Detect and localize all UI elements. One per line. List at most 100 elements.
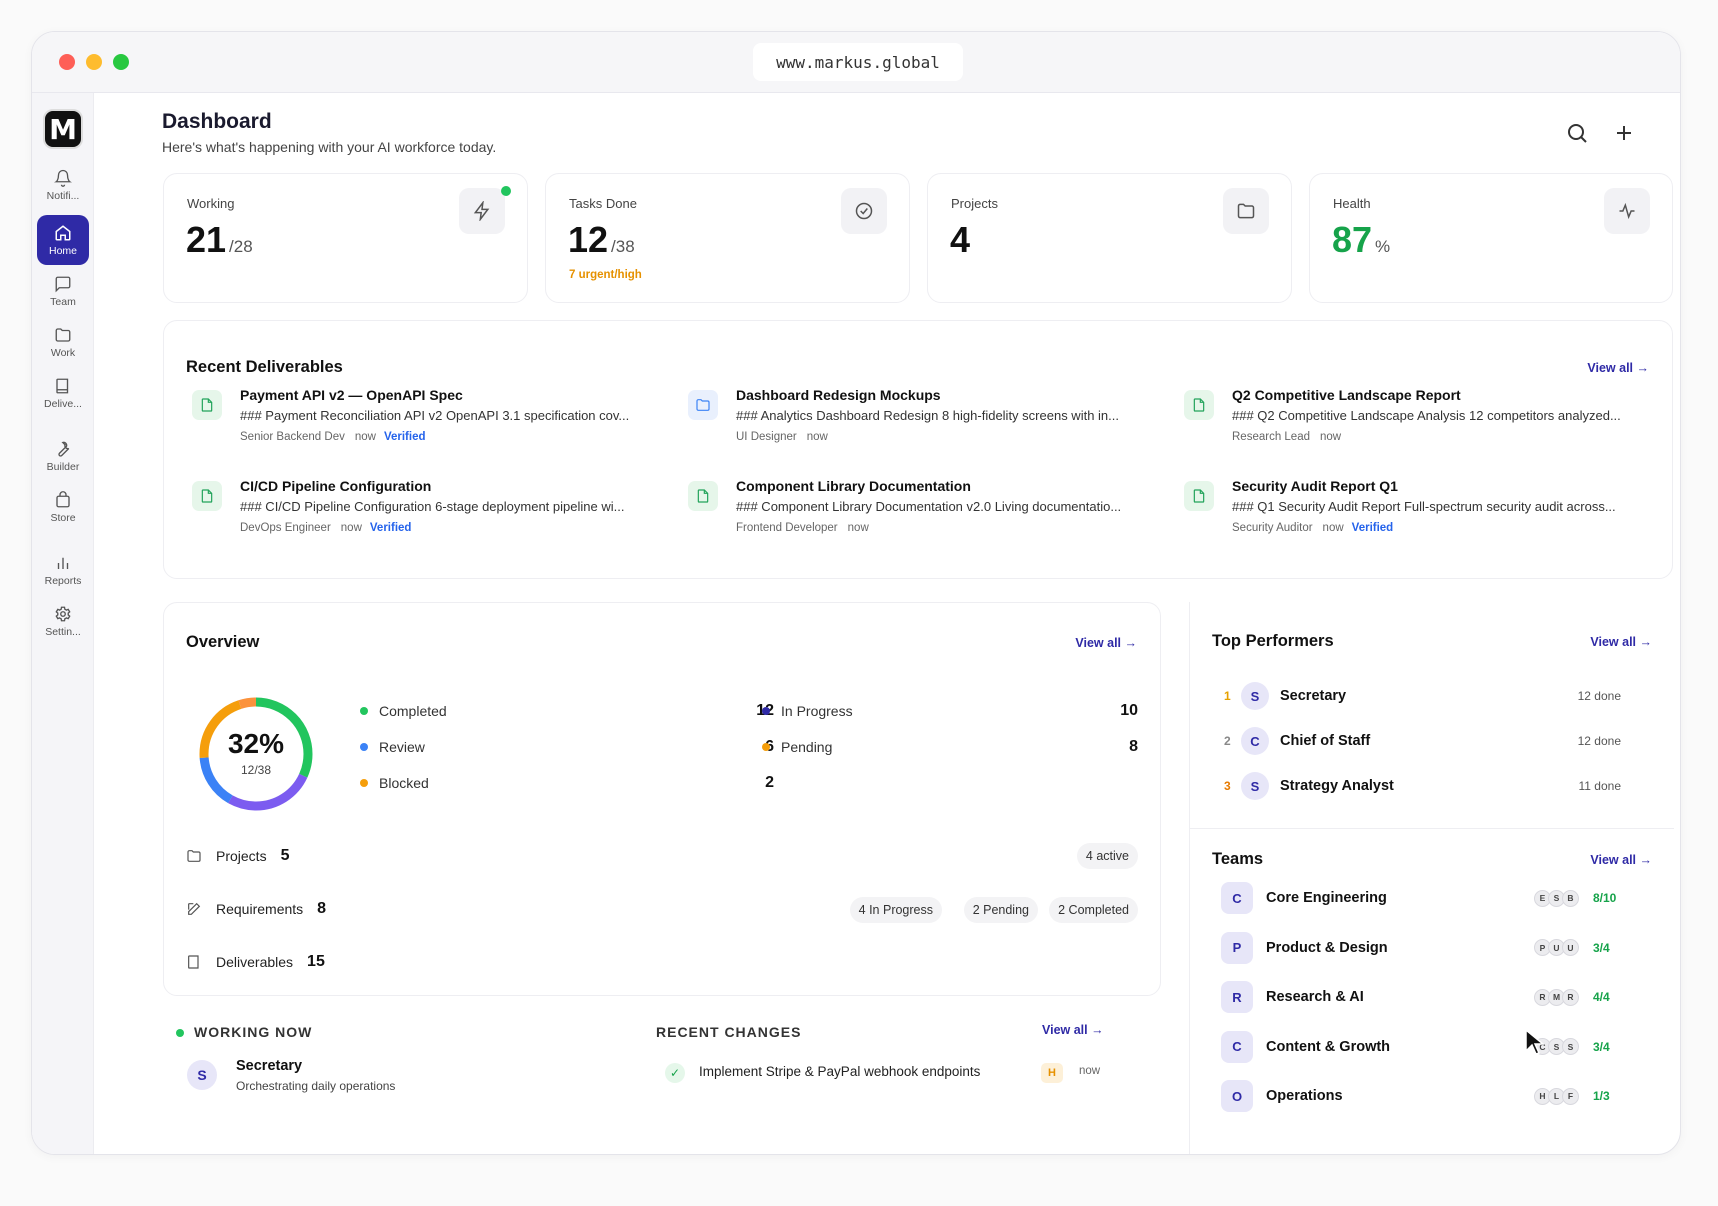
bolt-icon: [473, 201, 490, 221]
deliverable-item[interactable]: CI/CD Pipeline Configuration ### CI/CD Pi…: [192, 476, 662, 556]
view-all-link[interactable]: View all →: [1590, 853, 1652, 867]
view-all-link[interactable]: View all →: [1590, 635, 1652, 649]
stat-unit: /38: [611, 237, 635, 256]
section-title: Teams: [1212, 850, 1264, 868]
avatar: C: [1241, 727, 1269, 755]
deliverable-item[interactable]: Dashboard Redesign Mockups ### Analytics …: [688, 385, 1158, 465]
legend-dot: [360, 779, 368, 787]
team-row[interactable]: C Content & Growth C S S 3/4: [1221, 1027, 1621, 1067]
legend-value: 8: [1129, 738, 1138, 755]
deliverable-role: Security Auditor: [1232, 522, 1313, 534]
deliverable-item[interactable]: Component Library Documentation ### Compo…: [688, 476, 1158, 556]
nav-team[interactable]: Team: [37, 267, 89, 315]
nav-builder[interactable]: Builder: [37, 432, 89, 480]
legend-pending: Pending: [762, 739, 832, 755]
deliverable-description: ### Q2 Competitive Landscape Analysis 12…: [1232, 408, 1621, 423]
deliverable-item[interactable]: Payment API v2 — OpenAPI Spec ### Payment…: [192, 385, 662, 465]
deliverable-role: Frontend Developer: [736, 522, 838, 534]
deliverable-role: Senior Backend Dev: [240, 431, 345, 443]
deliverable-title: Security Audit Report Q1: [1232, 478, 1398, 494]
stat-icon-box: [459, 188, 505, 234]
folder-icon: [696, 399, 710, 411]
view-all-link[interactable]: View all →: [1075, 636, 1137, 650]
browser-titlebar: www.markus.global: [32, 32, 1680, 93]
team-row[interactable]: P Product & Design P U U 3/4: [1221, 928, 1621, 968]
performer-row[interactable]: 3 S Strategy Analyst 11 done: [1211, 768, 1621, 804]
maximize-window-button[interactable]: [113, 54, 129, 70]
summary-label: Projects: [216, 848, 267, 864]
performer-name: Secretary: [1280, 688, 1347, 704]
live-indicator: [176, 1029, 184, 1037]
deliverable-item[interactable]: Q2 Competitive Landscape Report ### Q2 Co…: [1184, 385, 1654, 465]
legend-dot: [360, 743, 368, 751]
view-all-link[interactable]: View all →: [1587, 361, 1649, 375]
legend-label: Blocked: [379, 775, 429, 791]
nav-store[interactable]: Store: [37, 483, 89, 531]
summary-projects-row[interactable]: Projects 5: [186, 838, 1151, 874]
performer-row[interactable]: 1 S Secretary 12 done: [1211, 678, 1621, 714]
member-avatar: B: [1562, 889, 1579, 907]
document-icon: [1193, 489, 1205, 503]
nav-label: Reports: [44, 574, 82, 587]
search-icon[interactable]: [1565, 121, 1589, 145]
folder-icon: [1237, 203, 1255, 219]
wrench-icon: [58, 441, 70, 457]
stat-icon-box: [1223, 188, 1269, 234]
nav-work[interactable]: Work: [37, 318, 89, 366]
team-row[interactable]: R Research & AI R M R 4/4: [1221, 977, 1621, 1017]
deliverable-icon-box: [192, 390, 222, 420]
working-now-title: WORKING NOW: [194, 1024, 313, 1040]
stat-card-working[interactable]: Working 21/28: [163, 173, 528, 303]
member-avatar: R: [1562, 988, 1579, 1006]
document-icon: [697, 489, 709, 503]
minimize-window-button[interactable]: [86, 54, 102, 70]
summary-deliverables-row[interactable]: Deliverables 15: [186, 944, 1151, 980]
stat-card-projects[interactable]: Projects 4: [927, 173, 1292, 303]
url-bar[interactable]: www.markus.global: [753, 43, 963, 81]
deliverable-description: ### CI/CD Pipeline Configuration 6-stage…: [240, 499, 625, 514]
document-icon: [201, 489, 213, 503]
stat-card-health[interactable]: Health 87%: [1309, 173, 1673, 303]
main-content: Dashboard Here's what's happening with y…: [94, 93, 1680, 1154]
change-text[interactable]: Implement Stripe & PayPal webhook endpoi…: [699, 1064, 980, 1079]
verified-badge: Verified: [383, 431, 426, 443]
team-active-count: 8/10: [1593, 891, 1617, 905]
team-members: RMR: [1534, 988, 1579, 1006]
nav-settings[interactable]: Settin...: [37, 597, 89, 645]
deliverable-title: Q2 Competitive Landscape Report: [1232, 387, 1461, 403]
team-row[interactable]: C Core Engineering E S B 8/10: [1221, 878, 1621, 918]
team-members: HLF: [1534, 1087, 1579, 1105]
nav-reports[interactable]: Reports: [37, 546, 89, 594]
team-name: Product & Design: [1266, 939, 1388, 956]
chat-icon: [55, 276, 71, 292]
agent-name[interactable]: Secretary: [236, 1058, 302, 1074]
performer-row[interactable]: 2 C Chief of Staff 12 done: [1211, 723, 1621, 759]
check-circle-icon: [855, 202, 873, 220]
add-icon[interactable]: [1612, 121, 1636, 145]
right-column: Top Performers View all → 1 S Secretary 12 …: [1189, 602, 1674, 1154]
deliverable-time: now: [340, 522, 362, 534]
app-logo[interactable]: M: [43, 109, 83, 149]
nav-home[interactable]: Home: [37, 215, 89, 265]
priority-badge: H: [1041, 1063, 1063, 1083]
avatar: S: [1241, 682, 1269, 710]
stat-card-tasks-done[interactable]: Tasks Done 12/38 7 urgent/high: [545, 173, 910, 303]
legend-review: Review: [360, 739, 425, 755]
team-row[interactable]: O Operations H L F 1/3: [1221, 1076, 1621, 1116]
nav-deliverables[interactable]: Delive...: [37, 369, 89, 417]
close-window-button[interactable]: [59, 54, 75, 70]
donut-percent: 32%: [227, 728, 285, 759]
view-all-link[interactable]: View all →: [1042, 1023, 1104, 1037]
team-name: Research & AI: [1266, 989, 1364, 1005]
deliverable-meta: DevOps Engineer now Verified: [240, 522, 411, 534]
recent-deliverables-panel: Recent Deliverables View all → Payment A…: [163, 320, 1673, 579]
performer-name: Chief of Staff: [1280, 733, 1371, 749]
nav-notifications[interactable]: Notifi...: [37, 161, 89, 209]
deliverable-item[interactable]: Security Audit Report Q1 ### Q1 Security …: [1184, 476, 1654, 556]
stat-label: Tasks Done: [569, 196, 637, 211]
performer-rank: 1: [1224, 689, 1231, 703]
legend-value: 10: [1120, 702, 1138, 719]
avatar: S: [1241, 772, 1269, 800]
home-icon: [55, 224, 71, 240]
team-name: Core Engineering: [1266, 890, 1387, 906]
